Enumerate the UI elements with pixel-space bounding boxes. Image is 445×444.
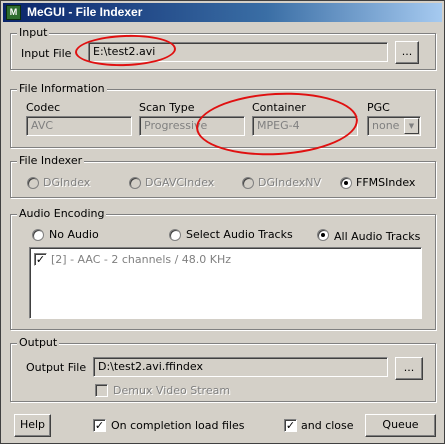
close-checkbox[interactable]: ✓ <box>284 419 297 432</box>
audio-track-label[interactable]: [2] - AAC - 2 channels / 48.0 KHz <box>51 253 231 266</box>
scan-type-label: Scan Type <box>139 101 195 114</box>
audio-track-checkbox[interactable]: ✓ <box>34 253 47 266</box>
help-button[interactable]: Help <box>14 414 51 437</box>
radio-dgavcindex-label[interactable]: DGAVCIndex <box>145 176 214 189</box>
radio-no-audio-label[interactable]: No Audio <box>49 228 99 241</box>
radio-dgindex[interactable] <box>27 177 39 189</box>
codec-field: AVC <box>26 116 132 136</box>
file-indexer-legend: File Indexer <box>17 154 85 167</box>
radio-all-audio-tracks-label[interactable]: All Audio Tracks <box>334 230 420 243</box>
megui-app-icon: M <box>6 5 21 20</box>
output-browse-button[interactable]: ... <box>395 357 423 380</box>
input-browse-button[interactable]: ... <box>395 41 419 64</box>
radio-dgindex-label[interactable]: DGIndex <box>43 176 90 189</box>
codec-label: Codec <box>26 101 61 114</box>
audio-encoding-legend: Audio Encoding <box>17 207 107 220</box>
load-files-checkbox[interactable]: ✓ <box>93 419 106 432</box>
radio-select-audio-tracks-label[interactable]: Select Audio Tracks <box>186 228 293 241</box>
file-information-legend: File Information <box>17 82 107 95</box>
close-label[interactable]: and close <box>301 419 354 432</box>
radio-ffmsindex-label[interactable]: FFMSIndex <box>356 176 415 189</box>
scan-type-field: Progressive <box>139 116 245 136</box>
radio-no-audio[interactable] <box>32 229 44 241</box>
audio-track-list[interactable]: ✓ [2] - AAC - 2 channels / 48.0 KHz <box>29 247 422 319</box>
queue-button[interactable]: Queue <box>365 414 436 437</box>
container-field: MPEG-4 <box>252 116 358 136</box>
input-file-field[interactable]: E:\test2.avi <box>88 42 388 62</box>
chevron-down-icon: ▼ <box>404 118 419 134</box>
radio-dgindexnv[interactable] <box>242 177 254 189</box>
input-file-label: Input File <box>21 47 72 60</box>
demux-video-checkbox[interactable] <box>95 384 108 397</box>
output-file-label: Output File <box>26 361 87 374</box>
radio-ffmsindex[interactable] <box>340 177 352 189</box>
pgc-label: PGC <box>367 101 390 114</box>
radio-select-audio-tracks[interactable] <box>169 229 181 241</box>
radio-dgavcindex[interactable] <box>129 177 141 189</box>
radio-all-audio-tracks[interactable] <box>317 229 329 241</box>
container-label: Container <box>252 101 306 114</box>
window-title: MeGUI - File Indexer <box>27 5 143 19</box>
demux-video-label[interactable]: Demux Video Stream <box>113 384 230 397</box>
load-files-label[interactable]: On completion load files <box>111 419 244 432</box>
pgc-value: none <box>372 119 400 132</box>
output-legend: Output <box>17 336 60 349</box>
output-file-field[interactable]: D:\test2.avi.ffindex <box>93 357 388 377</box>
title-bar[interactable]: M MeGUI - File Indexer <box>3 3 442 22</box>
radio-dgindexnv-label[interactable]: DGIndexNV <box>258 176 321 189</box>
file-indexer-window: M MeGUI - File Indexer Input Input File … <box>0 0 445 444</box>
input-group-legend: Input <box>17 26 50 39</box>
